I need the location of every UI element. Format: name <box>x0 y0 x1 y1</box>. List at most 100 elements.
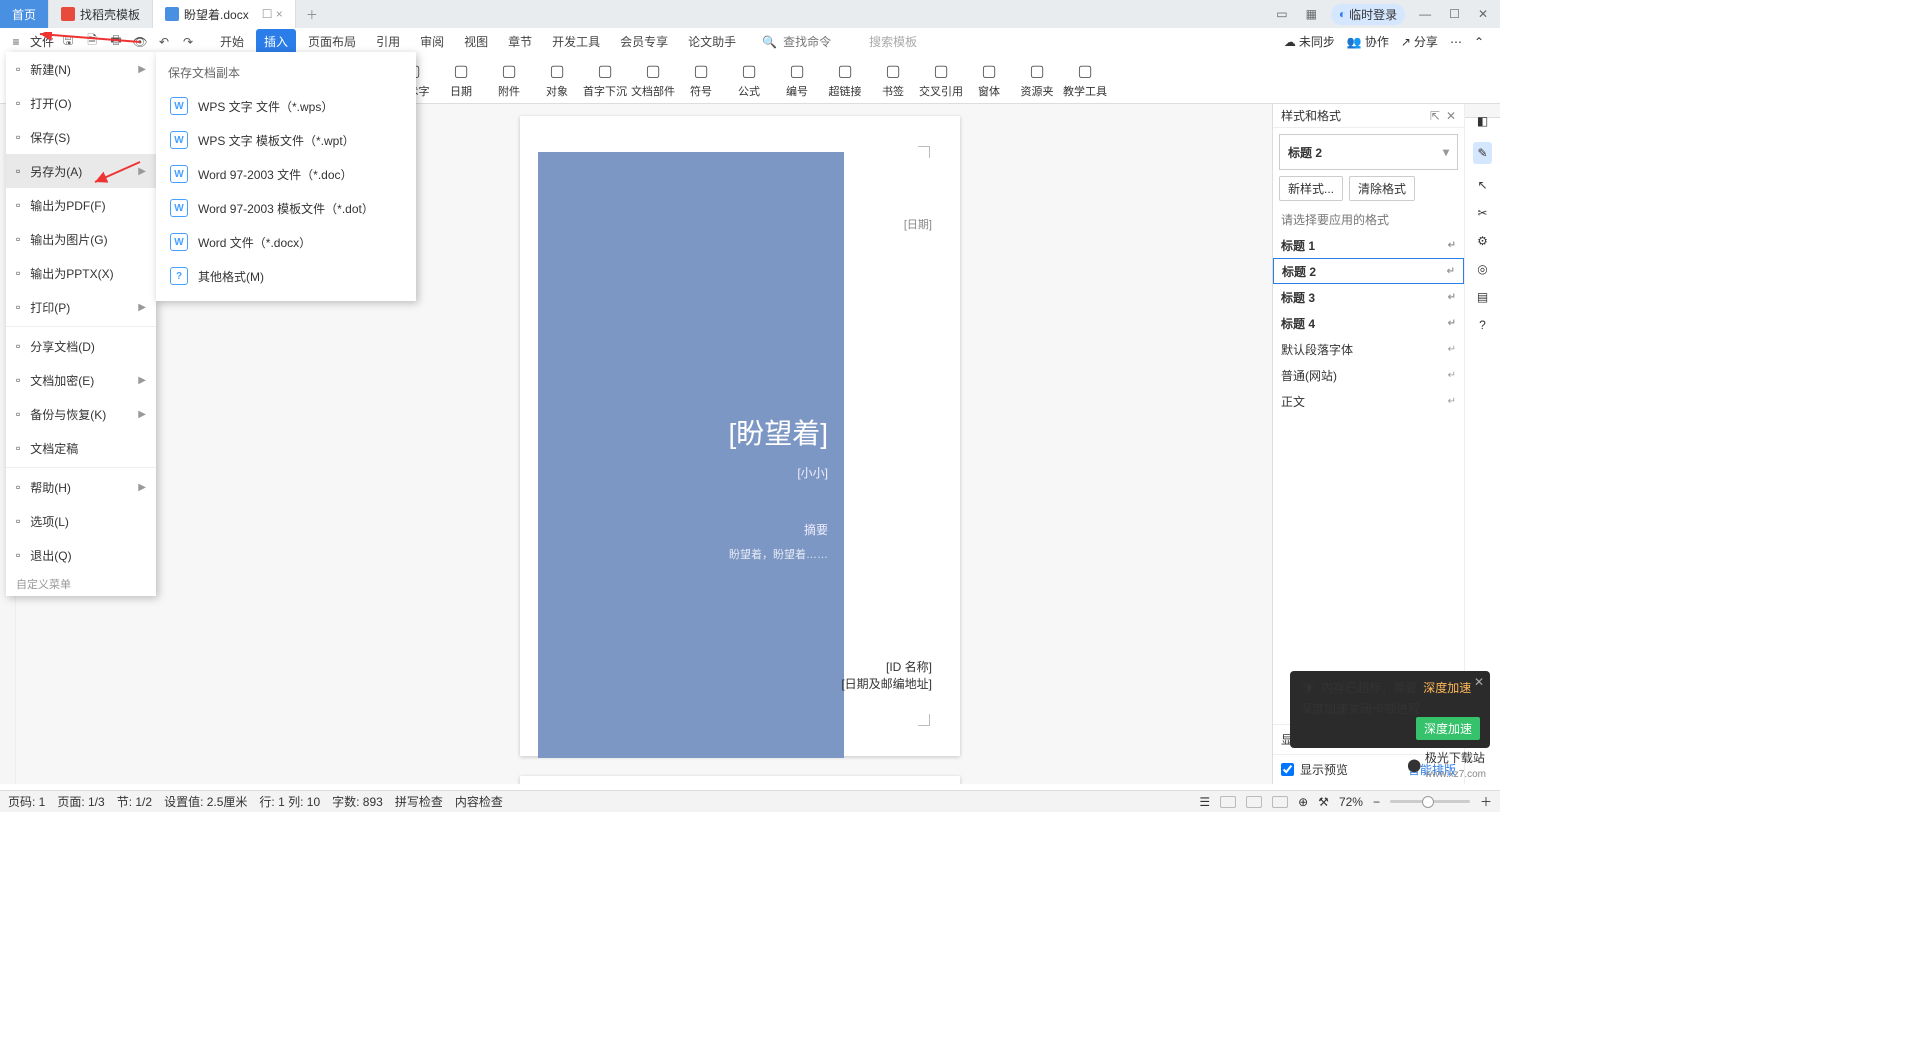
tab-add[interactable]: ＋ <box>296 0 328 28</box>
doc-desc[interactable]: 盼望着，盼望着…… <box>538 546 828 562</box>
panel-close-icon[interactable]: ✕ <box>1446 109 1456 123</box>
status-item[interactable]: 页码: 1 <box>8 793 45 810</box>
new-style-button[interactable]: 新样式... <box>1279 176 1343 201</box>
save-icon[interactable]: 🖫 <box>58 32 78 52</box>
rail-clip-icon[interactable]: ✂ <box>1477 206 1487 220</box>
unsync-button[interactable]: ☁ 未同步 <box>1284 33 1335 50</box>
style-item[interactable]: 普通(网站)↵ <box>1273 362 1464 388</box>
ribbon-tab[interactable]: 插入 <box>256 29 296 54</box>
template-search[interactable]: 搜索模板 <box>869 33 917 50</box>
current-style[interactable]: 标题 2▾ <box>1279 134 1458 170</box>
saveas-item[interactable]: WWord 97-2003 模板文件（*.dot） <box>164 191 408 225</box>
rail-setting-icon[interactable]: ⚙ <box>1477 234 1488 248</box>
file-menu-foot[interactable]: 自定义菜单 <box>6 572 156 596</box>
file-menu-item[interactable]: ▫新建(N)▶ <box>6 52 156 86</box>
rail-pen-icon[interactable]: ✎ <box>1473 142 1491 164</box>
file-menu-item[interactable]: ▫另存为(A)▶ <box>6 154 156 188</box>
wrench-icon[interactable]: ⚒ <box>1318 795 1329 809</box>
collapse-ribbon-icon[interactable]: ⌃ <box>1474 35 1484 49</box>
ribbon-tab[interactable]: 会员专享 <box>612 29 676 54</box>
ribbon-item[interactable]: ▢符号 <box>678 58 724 102</box>
rail-loc-icon[interactable]: ◎ <box>1477 262 1487 276</box>
preview-icon[interactable]: 👁 <box>130 32 150 52</box>
ribbon-tab[interactable]: 引用 <box>368 29 408 54</box>
layout-icon[interactable]: ▭ <box>1272 7 1291 21</box>
file-menu-item[interactable]: ▫文档加密(E)▶ <box>6 363 156 397</box>
rail-icon[interactable]: ◧ <box>1477 114 1488 128</box>
file-menu-item[interactable]: ▫打开(O) <box>6 86 156 120</box>
status-item[interactable]: 页面: 1/3 <box>57 793 104 810</box>
style-item[interactable]: 标题 1↵ <box>1273 232 1464 258</box>
menu-icon[interactable]: ≡ <box>6 32 26 52</box>
style-item[interactable]: 默认段落字体↵ <box>1273 336 1464 362</box>
file-menu-item[interactable]: ▫保存(S) <box>6 120 156 154</box>
redo-icon[interactable]: ↷ <box>178 32 198 52</box>
ribbon-item[interactable]: ▢交叉引用 <box>918 58 964 102</box>
zoom-slider[interactable] <box>1390 800 1470 803</box>
ribbon-tab[interactable]: 论文助手 <box>680 29 744 54</box>
style-item[interactable]: 标题 2↵ <box>1273 258 1464 284</box>
ribbon-item[interactable]: ▢编号 <box>774 58 820 102</box>
file-menu-item[interactable]: ▫输出为PPTX(X) <box>6 256 156 290</box>
doc-section[interactable]: 摘要 <box>538 521 828 538</box>
status-item[interactable]: 内容检查 <box>455 793 503 810</box>
minimize-icon[interactable]: — <box>1415 7 1435 21</box>
style-item[interactable]: 标题 3↵ <box>1273 284 1464 310</box>
close-icon[interactable]: ✕ <box>1474 7 1492 21</box>
ribbon-tab[interactable]: 章节 <box>500 29 540 54</box>
clear-format-button[interactable]: 清除格式 <box>1349 176 1415 201</box>
ribbon-item[interactable]: ▢窗体 <box>966 58 1012 102</box>
rail-grid-icon[interactable]: ▤ <box>1477 290 1488 304</box>
ribbon-item[interactable]: ▢日期 <box>438 58 484 102</box>
status-item[interactable]: 设置值: 2.5厘米 <box>164 793 247 810</box>
ribbon-item[interactable]: ▢对象 <box>534 58 580 102</box>
saveas-item[interactable]: WWPS 文字 文件（*.wps） <box>164 89 408 123</box>
view-mode-icon[interactable] <box>1220 796 1236 808</box>
status-item[interactable]: 拼写检查 <box>395 793 443 810</box>
file-menu-item[interactable]: ▫输出为PDF(F) <box>6 188 156 222</box>
more-icon[interactable]: ⋯ <box>1450 35 1462 49</box>
file-menu-item[interactable]: ▫文档定稿 <box>6 431 156 465</box>
ribbon-item[interactable]: ▢附件 <box>486 58 532 102</box>
file-menu-item[interactable]: ▫退出(Q) <box>6 538 156 572</box>
ribbon-tab[interactable]: 页面布局 <box>300 29 364 54</box>
status-item[interactable]: 字数: 893 <box>332 793 383 810</box>
undo-icon[interactable]: ↶ <box>154 32 174 52</box>
coop-button[interactable]: 👥 协作 <box>1347 33 1389 50</box>
view-mode-icon[interactable] <box>1272 796 1288 808</box>
nav-icon[interactable]: ☰ <box>1199 795 1210 809</box>
zoom-in-icon[interactable]: ＋ <box>1480 793 1492 810</box>
tab-home[interactable]: 首页 <box>0 0 49 28</box>
status-item[interactable]: 节: 1/2 <box>117 793 152 810</box>
style-item[interactable]: 正文↵ <box>1273 388 1464 414</box>
pin-icon[interactable]: ⇱ <box>1430 109 1440 123</box>
share-button[interactable]: ↗ 分享 <box>1401 33 1438 50</box>
ribbon-item[interactable]: ▢公式 <box>726 58 772 102</box>
ribbon-tab[interactable]: 审阅 <box>412 29 452 54</box>
ribbon-item[interactable]: ▢书签 <box>870 58 916 102</box>
ribbon-tab[interactable]: 视图 <box>456 29 496 54</box>
ribbon-item[interactable]: ▢文档部件 <box>630 58 676 102</box>
ribbon-tab[interactable]: 开发工具 <box>544 29 608 54</box>
zoom-out-icon[interactable]: − <box>1373 795 1380 809</box>
saveas-item[interactable]: ?其他格式(M) <box>164 259 408 293</box>
command-search-input[interactable] <box>783 35 863 49</box>
ribbon-item[interactable]: ▢教学工具 <box>1062 58 1108 102</box>
ribbon-item[interactable]: ▢首字下沉 <box>582 58 628 102</box>
preview-checkbox[interactable] <box>1281 763 1294 776</box>
saveas-item[interactable]: WWPS 文字 模板文件（*.wpt） <box>164 123 408 157</box>
date-field[interactable]: [日期] <box>904 216 932 232</box>
status-item[interactable]: 行: 1 列: 10 <box>259 793 320 810</box>
ribbon-tab[interactable]: 开始 <box>212 29 252 54</box>
file-menu-item[interactable]: ▫选项(L) <box>6 504 156 538</box>
tab-templates[interactable]: 找稻壳模板 <box>49 0 153 28</box>
print-icon[interactable]: 🖶 <box>106 32 126 52</box>
file-menu-item[interactable]: ▫输出为图片(G) <box>6 222 156 256</box>
doc-subtitle[interactable]: [小小] <box>538 464 828 481</box>
maximize-icon[interactable]: ☐ <box>1445 7 1464 21</box>
file-menu-item[interactable]: ▫打印(P)▶ <box>6 290 156 324</box>
saveas-item[interactable]: WWord 文件（*.docx） <box>164 225 408 259</box>
globe-icon[interactable]: ⊕ <box>1298 795 1308 809</box>
rail-select-icon[interactable]: ↖ <box>1477 178 1487 192</box>
doc-title[interactable]: [盼望着] <box>538 412 828 452</box>
